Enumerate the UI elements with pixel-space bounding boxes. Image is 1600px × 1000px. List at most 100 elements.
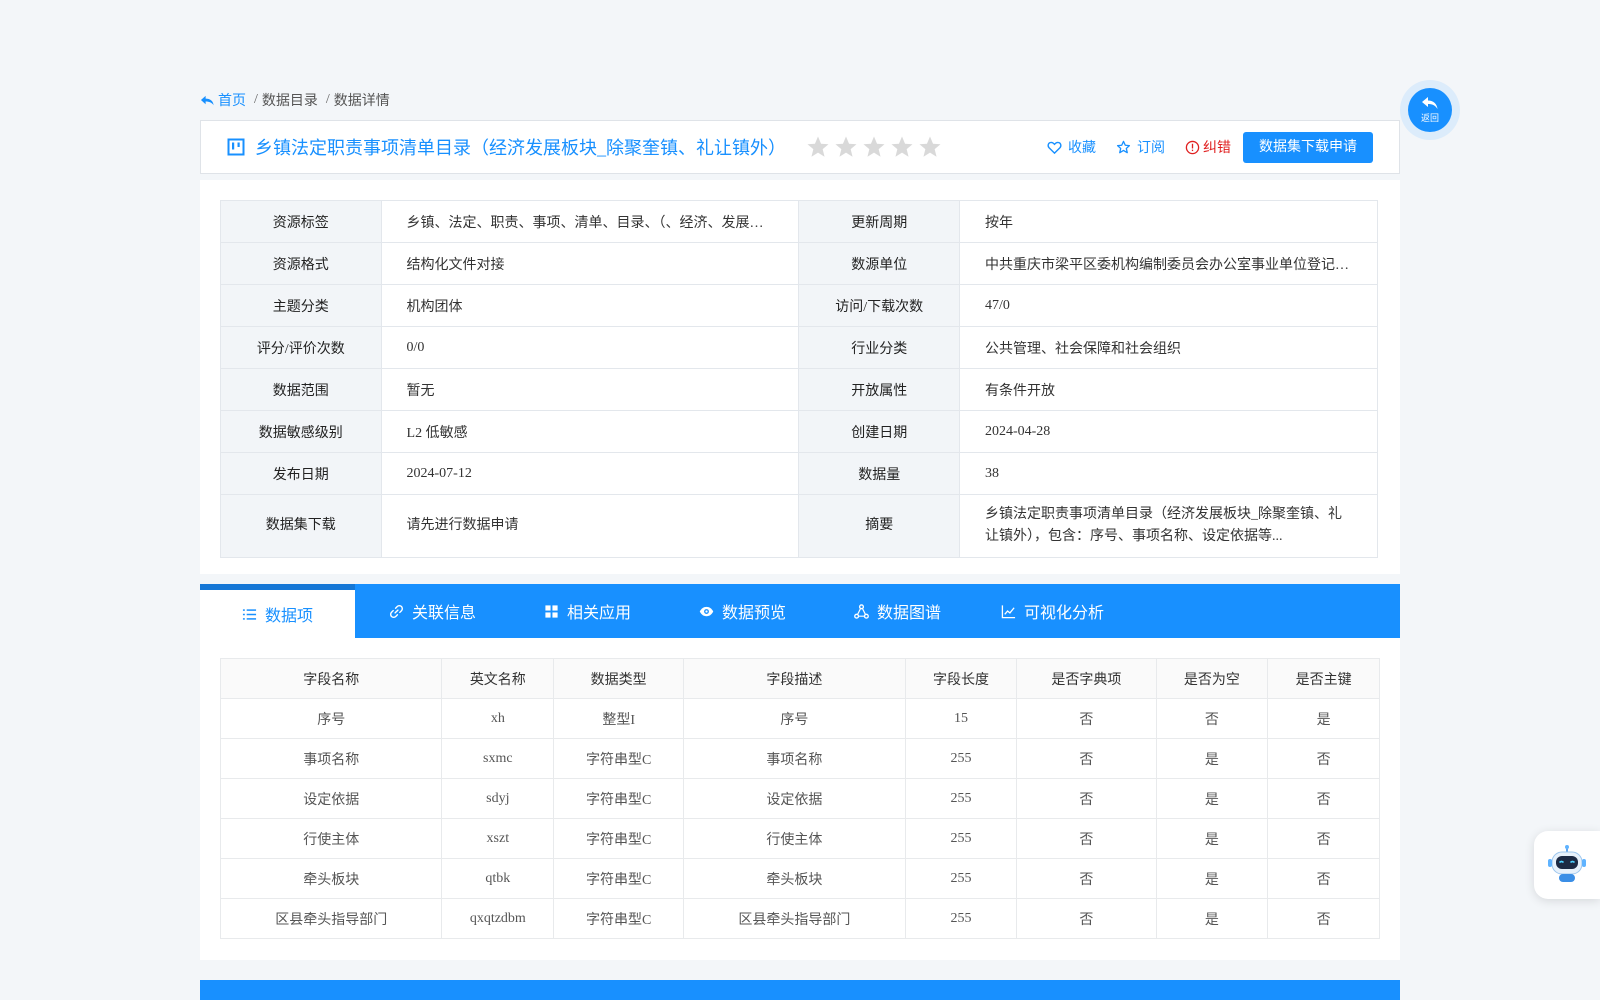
info-key: 创建日期	[798, 410, 960, 453]
grid-icon	[545, 604, 558, 618]
star-icon[interactable]	[832, 133, 860, 161]
info-key: 开放属性	[798, 368, 960, 411]
table-row: 事项名称 sxmc 字符串型C 事项名称 255 否是否	[219, 738, 1380, 779]
tab-data-preview[interactable]: 数据预览	[665, 584, 820, 638]
breadcrumb-home-label: 首页	[218, 94, 246, 109]
info-value-text: 按年	[984, 215, 1013, 231]
tab-related-apps[interactable]: 相关应用	[510, 584, 665, 638]
table-cell: 行使主体	[219, 818, 443, 859]
dataset-title: 乡镇法定职责事项清单目录（经济发展板块_除聚奎镇、礼让镇外）	[255, 138, 786, 158]
next-section-header	[200, 980, 1400, 1000]
dataset-info-table: 资源标签 乡镇、法定、职责、事项、清单、目录、（、经济、发展… 更新周期 按年 资源格式…	[220, 200, 1379, 558]
table-row: 序号 xh 整型I 序号 15 否否是	[219, 698, 1380, 739]
info-value-text: 机构团体	[406, 299, 463, 315]
info-key: 访问/下载次数	[798, 284, 960, 327]
table-cell: 否	[1016, 818, 1157, 859]
info-value-text: 38	[984, 465, 999, 481]
table-cell: 区县牵头指导部门	[683, 898, 906, 939]
info-key: 数据集下载	[220, 494, 382, 558]
subscribe-button[interactable]: 订阅	[1116, 137, 1165, 157]
report-error-button[interactable]: 纠错	[1185, 137, 1231, 157]
dataset-header: 乡镇法定职责事项清单目录（经济发展板块_除聚奎镇、礼让镇外） 收藏 订阅 纠错 …	[200, 120, 1400, 174]
table-cell: xh	[441, 698, 555, 739]
info-key-text: 摘要	[865, 518, 894, 534]
tab-related-info[interactable]: 关联信息	[355, 584, 510, 638]
table-cell: 序号	[219, 698, 443, 739]
table-cell: qtbk	[441, 858, 555, 899]
info-row: 数据范围 暂无 开放属性 有条件开放	[220, 368, 1379, 411]
graph-icon	[854, 603, 869, 619]
robot-icon	[1548, 845, 1586, 882]
link-icon	[389, 604, 403, 618]
info-value: 结构化文件对接	[380, 242, 800, 285]
table-cell: 是	[1155, 738, 1269, 779]
ai-assistant-button[interactable]	[1534, 831, 1600, 899]
info-key-text: 发布日期	[272, 467, 329, 483]
info-key-text: 数源单位	[851, 257, 908, 273]
star-icon[interactable]	[888, 133, 916, 161]
breadcrumb: 首页 / 数据目录 / 数据详情	[200, 90, 390, 110]
info-value: 暂无	[380, 368, 800, 411]
info-key-text: 评分/评价次数	[256, 341, 345, 357]
dataset-info-panel: 资源标签 乡镇、法定、职责、事项、清单、目录、（、经济、发展… 更新周期 按年 资源格式…	[200, 180, 1400, 574]
eye-icon	[699, 606, 714, 616]
favorite-button[interactable]: 收藏	[1047, 137, 1096, 157]
table-cell: 否	[1267, 738, 1380, 779]
info-key: 评分/评价次数	[220, 326, 382, 369]
info-key: 数据量	[798, 452, 960, 495]
report-error-label: 纠错	[1203, 141, 1231, 156]
table-cell: 设定依据	[219, 778, 443, 819]
table-cell: qxqtzdbm	[441, 898, 555, 939]
dataset-download-apply-button[interactable]: 数据集下载申请	[1243, 131, 1373, 163]
info-row: 数据敏感级别 L2 低敏感 创建日期 2024-04-28	[220, 410, 1379, 453]
info-value: 乡镇法定职责事项清单目录（经济发展板块_除聚奎镇、礼让镇外），包含：序号、事项名…	[958, 494, 1379, 558]
column-header: 是否主键	[1267, 658, 1380, 699]
breadcrumb-separator: /	[254, 92, 258, 107]
info-row: 主题分类 机构团体 访问/下载次数 47/0	[220, 284, 1379, 327]
info-value-text: 暂无	[406, 383, 435, 399]
tab-visual-analysis[interactable]: 可视化分析	[975, 584, 1130, 638]
table-cell: 否	[1267, 858, 1380, 899]
data-items-panel: 字段名称 英文名称 数据类型 字段描述 字段长度 是否字典项 是否为空 是否主键 序号 xh 整型…	[200, 638, 1400, 960]
info-value: 47/0	[958, 284, 1379, 327]
favorite-label: 收藏	[1068, 141, 1096, 156]
info-value-text: 中共重庆市梁平区委机构编制委员会办公室事业单位登记…	[984, 257, 1349, 273]
table-cell: sxmc	[441, 738, 555, 779]
star-icon[interactable]	[860, 133, 888, 161]
tab-data-items[interactable]: 数据项	[200, 584, 355, 638]
tab-label: 数据图谱	[876, 605, 941, 622]
info-value-text: 2024-07-12	[406, 465, 472, 481]
column-header: 字段描述	[683, 658, 906, 699]
table-cell: 255	[904, 778, 1018, 819]
info-key: 数据敏感级别	[220, 410, 382, 453]
info-value: L2 低敏感	[380, 410, 800, 453]
breadcrumb-home-link[interactable]: 首页	[200, 90, 246, 110]
column-header: 是否字典项	[1016, 658, 1157, 699]
tab-data-graph[interactable]: 数据图谱	[820, 584, 975, 638]
column-header: 字段名称	[219, 658, 443, 699]
table-cell: 事项名称	[219, 738, 443, 779]
info-value-text: 结构化文件对接	[406, 257, 505, 273]
info-value-text: 有条件开放	[984, 383, 1055, 399]
table-cell: 序号	[683, 698, 906, 739]
info-value: 0/0	[380, 326, 800, 369]
back-button[interactable]: 返回	[1400, 80, 1460, 140]
column-header: 英文名称	[441, 658, 555, 699]
table-row: 牵头板块 qtbk 字符串型C 牵头板块 255 否是否	[219, 858, 1380, 899]
info-value-text: 请先进行数据申请	[406, 518, 519, 534]
tab-label: 数据预览	[721, 605, 786, 622]
list-icon	[242, 608, 257, 620]
star-icon[interactable]	[916, 133, 944, 161]
rating-stars[interactable]	[804, 133, 944, 161]
breadcrumb-item-detail: 数据详情	[333, 94, 390, 109]
info-value: 38	[958, 452, 1379, 495]
star-icon[interactable]	[804, 133, 832, 161]
info-value-text: L2 低敏感	[406, 425, 468, 441]
info-value: 2024-07-12	[380, 452, 800, 495]
table-cell: 牵头板块	[219, 858, 443, 899]
breadcrumb-item-catalog[interactable]: 数据目录	[262, 90, 318, 110]
table-row: 区县牵头指导部门 qxqtzdbm 字符串型C 区县牵头指导部门 255 否是否	[219, 898, 1380, 939]
table-cell: 是	[1267, 698, 1380, 739]
alert-circle-icon	[1185, 140, 1200, 154]
table-cell: 是	[1155, 858, 1269, 899]
